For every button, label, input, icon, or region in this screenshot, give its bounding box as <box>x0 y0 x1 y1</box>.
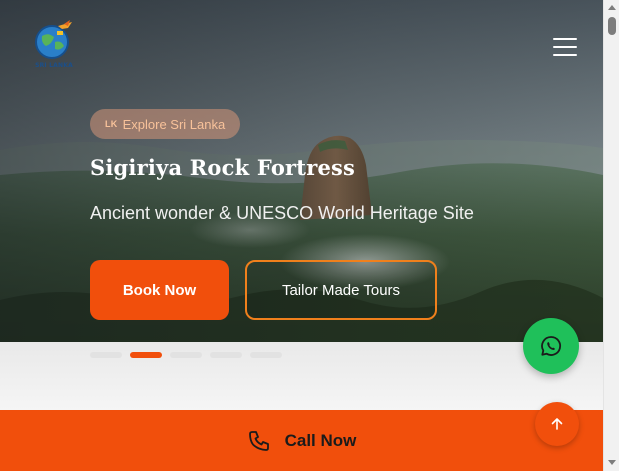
menu-line <box>553 54 577 56</box>
scroll-down-arrow-icon[interactable] <box>608 460 616 465</box>
scroll-thumb[interactable] <box>608 17 616 35</box>
menu-line <box>553 38 577 40</box>
hero-title: Sigiriya Rock Fortress <box>90 155 356 180</box>
slider-dot-3[interactable] <box>170 352 202 358</box>
call-now-bar[interactable]: Call Now <box>0 410 603 471</box>
call-now-label: Call Now <box>284 430 357 450</box>
badge-label: Explore Sri Lanka <box>122 116 226 132</box>
slider-dot-4[interactable] <box>210 352 242 358</box>
explore-badge: LK Explore Sri Lanka <box>90 109 241 139</box>
slider-dot-1[interactable] <box>90 352 122 358</box>
whatsapp-button[interactable] <box>523 318 579 374</box>
globe-airplane-logo-icon <box>35 20 72 59</box>
menu-line <box>553 46 577 48</box>
phone-icon <box>248 430 269 451</box>
book-now-button[interactable]: Book Now <box>90 260 229 320</box>
scroll-up-arrow-icon[interactable] <box>608 5 616 10</box>
hamburger-menu-icon[interactable] <box>553 38 577 58</box>
vertical-scrollbar[interactable] <box>603 0 619 471</box>
slider-pagination <box>90 352 282 358</box>
slider-dot-2-active[interactable] <box>130 352 162 358</box>
hero-subtitle: Ancient wonder & UNESCO World Heritage S… <box>90 203 474 223</box>
whatsapp-icon <box>541 336 562 356</box>
slider-dot-5[interactable] <box>250 352 282 358</box>
arrow-up-icon <box>551 418 563 430</box>
logo-text: SRI LANKA <box>35 62 73 69</box>
back-to-top-button[interactable] <box>535 402 579 446</box>
page: SRI LANKA LK Explore Sri Lanka Sigiriya … <box>0 0 619 471</box>
site-logo[interactable]: SRI LANKA <box>28 18 80 74</box>
lk-flag-icon: LK <box>105 119 118 129</box>
tailor-made-tours-button[interactable]: Tailor Made Tours <box>245 260 437 320</box>
